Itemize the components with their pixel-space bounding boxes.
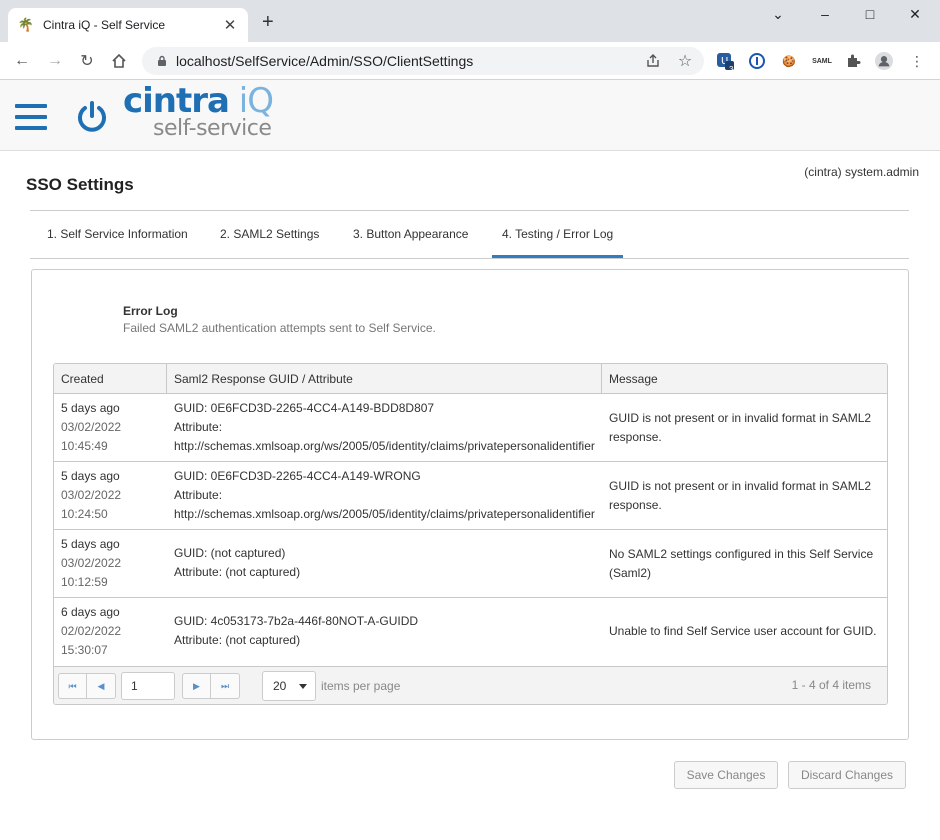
save-changes-button[interactable]: Save Changes bbox=[674, 761, 778, 789]
attribute-value: http://schemas.xmlsoap.org/ws/2005/05/id… bbox=[174, 439, 595, 453]
home-icon[interactable] bbox=[108, 50, 130, 72]
page-number-input[interactable]: 1 bbox=[121, 672, 175, 700]
created-cell: 6 days ago 02/02/2022 15:30:07 bbox=[54, 598, 167, 665]
column-header-message[interactable]: Message bbox=[602, 364, 887, 394]
tab-self-service-information[interactable]: 1. Self Service Information bbox=[37, 220, 198, 258]
message-cell: GUID is not present or in invalid format… bbox=[609, 410, 872, 444]
attribute-value: http://schemas.xmlsoap.org/ws/2005/05/id… bbox=[174, 507, 595, 521]
attribute-label: Attribute: bbox=[174, 420, 223, 434]
discard-changes-button[interactable]: Discard Changes bbox=[788, 761, 906, 789]
pager-info: 1 - 4 of 4 items bbox=[791, 678, 871, 692]
power-icon[interactable] bbox=[74, 98, 110, 134]
address-bar[interactable]: localhost/SelfService/Admin/SSO/ClientSe… bbox=[142, 47, 704, 75]
table-row[interactable]: 5 days ago 03/02/2022 10:45:49 GUID: 0E6… bbox=[54, 394, 887, 462]
profile-avatar-icon[interactable] bbox=[875, 52, 893, 70]
back-icon[interactable]: ← bbox=[11, 50, 33, 72]
title-divider bbox=[30, 210, 909, 211]
password-manager-icon[interactable] bbox=[748, 52, 766, 70]
created-date: 03/02/2022 bbox=[61, 556, 122, 570]
window-close-icon[interactable]: ✕ bbox=[900, 6, 930, 23]
close-tab-icon[interactable]: ✕ bbox=[222, 16, 238, 34]
tab-testing-error-log[interactable]: 4. Testing / Error Log bbox=[492, 220, 624, 258]
error-log-grid: Created Saml2 Response GUID / Attribute … bbox=[53, 363, 888, 705]
section-title: Error Log bbox=[123, 304, 178, 318]
logo-subtitle: self-service bbox=[153, 116, 272, 141]
created-cell: 5 days ago 03/02/2022 10:45:49 bbox=[54, 394, 167, 461]
reload-icon[interactable]: ↻ bbox=[76, 50, 98, 72]
share-icon[interactable] bbox=[642, 50, 664, 72]
created-time: 10:24:50 bbox=[61, 507, 108, 521]
page-size-value: 20 bbox=[273, 679, 287, 693]
created-ago: 6 days ago bbox=[61, 605, 120, 619]
created-time: 10:12:59 bbox=[61, 575, 108, 589]
forward-icon[interactable]: → bbox=[44, 50, 66, 72]
section-description: Failed SAML2 authentication attempts sen… bbox=[123, 321, 436, 335]
minimize-icon[interactable]: – bbox=[810, 6, 840, 22]
cookie-icon[interactable]: 🍪 bbox=[780, 52, 798, 70]
table-row[interactable]: 5 days ago 03/02/2022 10:24:50 GUID: 0E6… bbox=[54, 462, 887, 530]
message-cell: GUID is not present or in invalid format… bbox=[609, 478, 872, 512]
new-tab-icon[interactable]: + bbox=[262, 12, 274, 32]
browser-tab[interactable]: 🌴 Cintra iQ - Self Service ✕ bbox=[8, 8, 248, 42]
created-ago: 5 days ago bbox=[61, 469, 120, 483]
created-date: 02/02/2022 bbox=[61, 624, 122, 638]
created-ago: 5 days ago bbox=[61, 537, 120, 551]
created-date: 03/02/2022 bbox=[61, 488, 122, 502]
guid-attribute-cell: GUID: 0E6FCD3D-2265-4CC4-A149-WRONG Attr… bbox=[167, 462, 602, 529]
hamburger-menu-icon[interactable] bbox=[15, 104, 47, 132]
column-header-created[interactable]: Created bbox=[54, 364, 167, 394]
error-log-panel: Error Log Failed SAML2 authentication at… bbox=[31, 269, 909, 740]
message-cell: No SAML2 settings configured in this Sel… bbox=[609, 546, 874, 580]
message-cell: Unable to find Self Service user account… bbox=[609, 624, 877, 638]
items-per-page-label: items per page bbox=[321, 679, 401, 693]
bookmark-star-icon[interactable]: ☆ bbox=[674, 50, 696, 72]
last-page-icon[interactable]: ⏭ bbox=[211, 673, 240, 699]
saml-tracer-icon[interactable]: SAML bbox=[810, 52, 834, 70]
logo-wordmark: cintra iQ bbox=[123, 81, 274, 121]
guid-attribute-cell: GUID: (not captured) Attribute: (not cap… bbox=[167, 530, 602, 597]
created-time: 15:30:07 bbox=[61, 643, 108, 657]
created-date: 03/02/2022 bbox=[61, 420, 122, 434]
browser-menu-icon[interactable]: ⋮ bbox=[908, 52, 926, 70]
browser-tab-title: Cintra iQ - Self Service bbox=[43, 18, 166, 32]
browser-toolbar: ← → ↻ localhost/SelfService/Admin/SSO/Cl… bbox=[0, 42, 940, 80]
attribute-label: Attribute: (not captured) bbox=[174, 565, 301, 579]
created-time: 10:45:49 bbox=[61, 439, 108, 453]
address-url: localhost/SelfService/Admin/SSO/ClientSe… bbox=[176, 53, 474, 69]
first-page-icon[interactable]: ⏮ bbox=[58, 673, 87, 699]
extension-badge: 3 bbox=[729, 65, 734, 74]
next-page-icon[interactable]: ▶ bbox=[182, 673, 211, 699]
page-title: SSO Settings bbox=[26, 175, 134, 194]
column-header-guid-attribute[interactable]: Saml2 Response GUID / Attribute bbox=[167, 364, 602, 394]
created-cell: 5 days ago 03/02/2022 10:12:59 bbox=[54, 530, 167, 597]
guid-value: GUID: 0E6FCD3D-2265-4CC4-A149-BDD8D807 bbox=[174, 401, 435, 415]
tab-search-chevron-icon[interactable]: ⌄ bbox=[763, 6, 793, 23]
current-user-label: (cintra) system.admin bbox=[804, 165, 919, 179]
guid-value: GUID: (not captured) bbox=[174, 546, 286, 560]
created-ago: 5 days ago bbox=[61, 401, 120, 415]
table-row[interactable]: 5 days ago 03/02/2022 10:12:59 GUID: (no… bbox=[54, 530, 887, 598]
guid-value: GUID: 0E6FCD3D-2265-4CC4-A149-WRONG bbox=[174, 469, 421, 483]
extensions-puzzle-icon[interactable] bbox=[844, 52, 862, 70]
guid-attribute-cell: GUID: 4c053173-7b2a-446f-80NOT-A-GUIDD A… bbox=[167, 598, 602, 665]
palm-tree-favicon-icon: 🌴 bbox=[17, 17, 35, 32]
previous-page-icon[interactable]: ◀ bbox=[87, 673, 116, 699]
page-size-select[interactable]: 20 bbox=[262, 671, 316, 701]
settings-tabs: 1. Self Service Information 2. SAML2 Set… bbox=[30, 220, 909, 259]
lock-icon bbox=[158, 55, 166, 66]
attribute-label: Attribute: (not captured) bbox=[174, 633, 301, 647]
tab-saml2-settings[interactable]: 2. SAML2 Settings bbox=[210, 220, 329, 258]
grid-header: Created Saml2 Response GUID / Attribute … bbox=[54, 364, 887, 394]
table-row[interactable]: 6 days ago 02/02/2022 15:30:07 GUID: 4c0… bbox=[54, 598, 887, 666]
grid-pager: ⏮ ◀ 1 ▶ ⏭ 20 items per page 1 - 4 of 4 i… bbox=[54, 666, 887, 704]
dropdown-caret-icon bbox=[299, 684, 307, 689]
maximize-icon[interactable]: □ bbox=[855, 6, 885, 22]
browser-tabstrip: 🌴 Cintra iQ - Self Service ✕ + ⌄ – □ ✕ bbox=[0, 0, 940, 42]
guid-value: GUID: 4c053173-7b2a-446f-80NOT-A-GUIDD bbox=[174, 614, 419, 628]
created-cell: 5 days ago 03/02/2022 10:24:50 bbox=[54, 462, 167, 529]
attribute-label: Attribute: bbox=[174, 488, 223, 502]
tab-button-appearance[interactable]: 3. Button Appearance bbox=[343, 220, 478, 258]
guid-attribute-cell: GUID: 0E6FCD3D-2265-4CC4-A149-BDD8D807 A… bbox=[167, 394, 602, 461]
